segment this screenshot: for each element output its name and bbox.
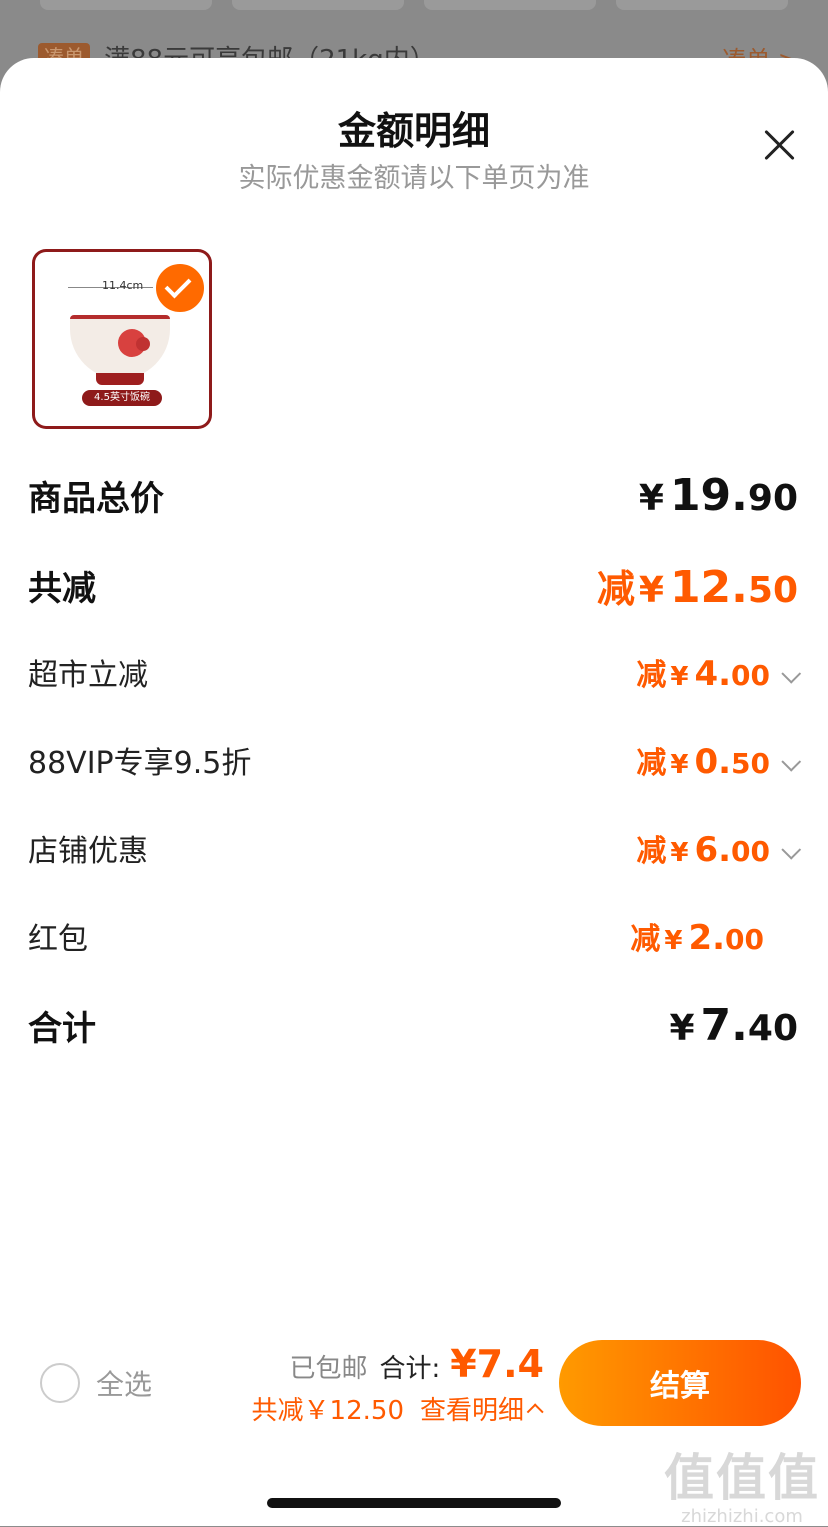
watermark-logo: 值值值 zhizhizhi.com — [664, 1438, 820, 1527]
checkout-button[interactable]: 结算 — [559, 1340, 801, 1426]
row-discount-88vip[interactable]: 88VIP专享9.5折 减 ¥ 0. 50 — [28, 738, 802, 782]
shipping-status: 已包邮 — [289, 1354, 368, 1384]
watermark-text: 值值值 — [664, 1449, 820, 1507]
amount-decimal: 40 — [747, 1008, 798, 1049]
currency-symbol: ¥ — [670, 838, 689, 868]
flower-decoration — [136, 337, 150, 351]
select-all-label: 全选 — [96, 1368, 153, 1401]
row-discount-redpacket: 红包 减 ¥ 2. 00 — [28, 914, 798, 958]
discount-item-value: 减 ¥ 2. 00 — [630, 914, 798, 958]
row-discount-shop[interactable]: 店铺优惠 减 ¥ 6. 00 — [28, 826, 802, 870]
chevron-down-icon[interactable] — [781, 663, 802, 684]
chevron-down-icon[interactable] — [781, 751, 802, 772]
total-price-label: 商品总价 — [28, 479, 164, 519]
footer-total-label: 合计: — [379, 1354, 441, 1384]
sum-value: ¥ 7. 40 — [669, 1000, 798, 1051]
amount-detail-sheet: 金额明细 实际优惠金额请以下单页为准 11.4cm 4.5英寸饭碗 商品总价 ¥… — [0, 58, 828, 1527]
close-icon[interactable] — [762, 128, 796, 162]
amount-integer: 7. — [700, 1000, 748, 1051]
total-discount-value: 减 ¥ 12. 50 — [597, 558, 798, 613]
row-discount-supermarket[interactable]: 超市立减 减 ¥ 4. 00 — [28, 650, 802, 694]
currency-symbol: ¥ — [638, 478, 664, 519]
sheet-subtitle: 实际优惠金额请以下单页为准 — [238, 163, 590, 194]
background-cards — [40, 0, 788, 10]
row-total-price: 商品总价 ¥ 19. 90 — [28, 470, 798, 521]
total-discount-label: 共减 — [28, 569, 96, 609]
footer-total-line: 已包邮 合计: ¥7.4 — [252, 1342, 544, 1386]
discount-prefix: 减 — [636, 834, 667, 869]
discount-item-label: 店铺优惠 — [28, 834, 148, 869]
currency-symbol: ¥ — [670, 662, 689, 692]
row-sum: 合计 ¥ 7. 40 — [28, 1000, 798, 1051]
check-icon[interactable] — [153, 261, 207, 315]
currency-symbol: ¥ — [669, 1008, 695, 1049]
discount-prefix: 减 — [630, 922, 661, 957]
select-all-toggle[interactable]: 全选 — [40, 1363, 152, 1403]
amount-integer: 12. — [669, 562, 748, 613]
radio-circle-icon[interactable] — [40, 1363, 80, 1403]
amount-decimal: 90 — [747, 478, 798, 519]
bowl-foot — [96, 373, 144, 385]
sum-label: 合计 — [28, 1009, 96, 1049]
discount-item-label: 红包 — [28, 922, 88, 957]
discount-item-value: 减 ¥ 4. 00 — [636, 650, 802, 694]
footer-total-value: ¥7.4 — [450, 1342, 544, 1386]
view-detail-label: 查看明细 — [419, 1396, 524, 1426]
footer-discount-text: 共减￥12.50 — [251, 1396, 404, 1426]
discount-item-value: 减 ¥ 0. 50 — [636, 738, 802, 782]
discount-item-value: 减 ¥ 6. 00 — [636, 826, 802, 870]
dimension-label: 11.4cm — [102, 279, 144, 292]
home-indicator[interactable] — [267, 1498, 561, 1508]
discount-prefix: 减 — [596, 567, 635, 611]
chevron-up-icon — [526, 1402, 544, 1420]
total-price-value: ¥ 19. 90 — [639, 470, 798, 521]
row-total-discount: 共减 减 ¥ 12. 50 — [28, 558, 798, 613]
amount-decimal: 50 — [747, 570, 798, 611]
discount-prefix: 减 — [636, 746, 667, 781]
product-caption: 4.5英寸饭碗 — [82, 390, 162, 406]
chevron-down-icon[interactable] — [781, 839, 802, 860]
discount-item-label: 88VIP专享9.5折 — [28, 746, 252, 781]
discount-prefix: 减 — [636, 658, 667, 693]
amount-decimal: 50 — [731, 747, 770, 780]
footer-summary: 已包邮 合计: ¥7.4 共减￥12.50 查看明细 — [252, 1342, 544, 1427]
amount-integer: 6. — [694, 830, 732, 870]
amount-decimal: 00 — [725, 923, 764, 956]
amount-integer: 4. — [694, 654, 732, 694]
amount-decimal: 00 — [731, 659, 770, 692]
currency-symbol: ¥ — [664, 926, 683, 956]
sheet-title: 金额明细 — [337, 109, 490, 153]
discount-item-label: 超市立减 — [28, 658, 148, 693]
currency-symbol: ¥ — [670, 750, 689, 780]
amount-decimal: 00 — [731, 835, 770, 868]
amount-integer: 2. — [688, 918, 726, 958]
view-detail-link[interactable]: 共减￥12.50 查看明细 — [252, 1390, 544, 1427]
currency-symbol: ¥ — [638, 570, 664, 611]
watermark-url: zhizhizhi.com — [681, 1506, 803, 1527]
amount-integer: 0. — [694, 742, 732, 782]
amount-integer: 19. — [669, 470, 748, 521]
